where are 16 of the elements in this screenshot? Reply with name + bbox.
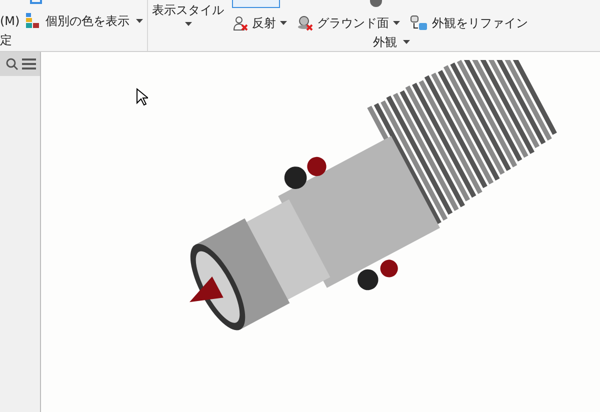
- color-display-button[interactable]: 個別の色を表示: [26, 12, 143, 30]
- refine-icon: [410, 15, 428, 31]
- person-x-icon: [232, 15, 248, 31]
- appearance-tool-button[interactable]: 外観をリファイン: [410, 14, 528, 32]
- shadow-button[interactable]: [232, 0, 280, 8]
- menu-label: (M): [0, 13, 20, 30]
- menu-icon[interactable]: [22, 58, 36, 70]
- settings-label: 定: [0, 32, 13, 49]
- color-bars-icon: [26, 13, 40, 29]
- group-label-button[interactable]: 外観: [373, 33, 410, 51]
- cursor-icon: [136, 88, 148, 106]
- appearance-tool-button[interactable]: グラウンド面: [297, 14, 400, 32]
- globe-x-icon: [297, 15, 313, 31]
- appearance-tool-button[interactable]: 反射: [232, 14, 287, 32]
- display-style-button[interactable]: 表示スタイル: [148, 0, 228, 33]
- search-icon[interactable]: [6, 58, 18, 70]
